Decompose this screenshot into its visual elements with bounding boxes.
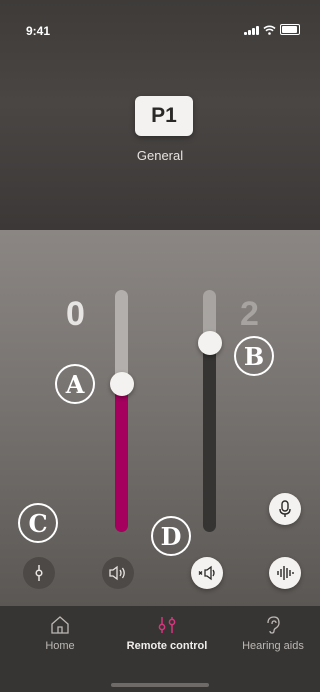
focus-icon [35, 565, 43, 581]
focus-button[interactable] [23, 557, 55, 589]
tab-bar: Home Remote control Hearing aids [0, 606, 320, 692]
sound-wave-icon [277, 566, 294, 580]
callout-b: B [234, 336, 274, 376]
ambient-value: 2 [240, 295, 259, 333]
home-icon [51, 616, 69, 634]
signal-icon [244, 26, 259, 35]
ambient-slider-thumb[interactable] [198, 331, 222, 355]
tab-remote-control[interactable]: Remote control [115, 616, 219, 652]
callout-d: D [151, 516, 191, 556]
home-indicator [111, 683, 209, 687]
tab-home-label: Home [45, 640, 75, 652]
speaker-icon [109, 565, 125, 581]
volume-value: 0 [66, 295, 85, 333]
speaker-button[interactable] [102, 557, 134, 589]
mute-speaker-icon [198, 565, 215, 581]
tab-hearing-aids[interactable]: Hearing aids [236, 616, 310, 652]
sliders-icon [158, 617, 176, 633]
tab-hearing-label: Hearing aids [242, 640, 304, 652]
sound-wave-button[interactable] [269, 557, 301, 589]
microphone-icon [279, 500, 291, 517]
wifi-icon [263, 25, 276, 35]
callout-a: A [55, 364, 95, 404]
volume-slider-thumb[interactable] [110, 372, 134, 396]
tab-remote-label: Remote control [126, 640, 208, 652]
ear-icon [267, 616, 280, 634]
status-time: 9:41 [26, 24, 51, 38]
callout-c: C [18, 503, 58, 543]
microphone-button[interactable] [269, 493, 301, 525]
program-badge[interactable]: P1 [135, 96, 193, 136]
ambient-slider-fill[interactable] [203, 343, 216, 532]
battery-icon [280, 24, 300, 35]
status-bar: 9:41 [0, 0, 320, 50]
tab-home[interactable]: Home [38, 616, 82, 652]
volume-slider-fill[interactable] [115, 390, 128, 532]
mute-button[interactable] [191, 557, 223, 589]
system-icons [244, 24, 300, 35]
program-name: General [136, 148, 184, 163]
